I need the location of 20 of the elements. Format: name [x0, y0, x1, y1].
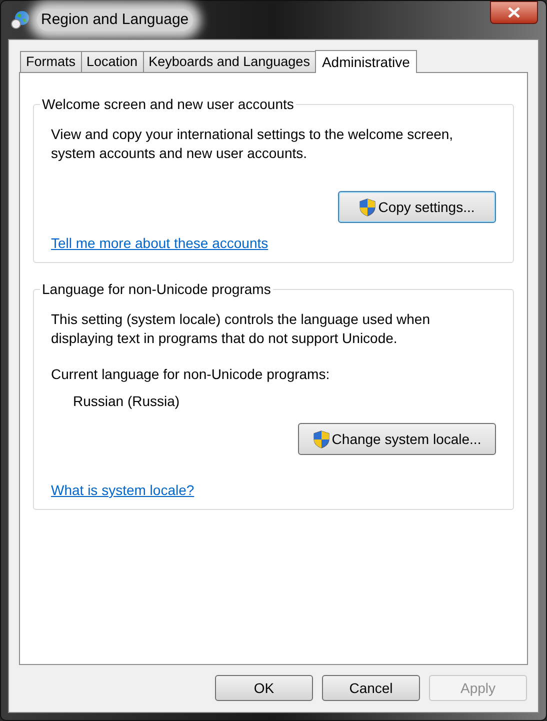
- dialog-button[interactable]: OK: [215, 675, 313, 701]
- current-language-label: Current language for non-Unicode programs:: [51, 365, 331, 384]
- shield-icon: [359, 198, 376, 216]
- description-text: View and copy your international settings to the welcome screen, system accounts and new user accounts.: [51, 125, 454, 163]
- close-button[interactable]: [490, 1, 538, 24]
- window-title: Region and Language: [37, 8, 193, 32]
- current-language-value: Russian (Russia): [73, 392, 181, 411]
- tab[interactable]: Administrative: [314, 50, 417, 73]
- globe-icon: [11, 10, 31, 30]
- description-text: This setting (system locale) controls the language used when displaying text in programs that do not support Unicode.: [51, 310, 431, 348]
- change-locale-button[interactable]: Change system locale...: [298, 423, 496, 455]
- close-icon: [508, 7, 520, 18]
- tab[interactable]: Formats: [20, 51, 82, 72]
- tab[interactable]: Location: [80, 51, 144, 72]
- help-link[interactable]: What is system locale?: [51, 482, 194, 498]
- tab[interactable]: Keyboards and Languages: [142, 51, 316, 72]
- shield-icon: [312, 430, 330, 448]
- dialog-button[interactable]: Cancel: [322, 675, 420, 701]
- help-link[interactable]: Tell me more about these accounts: [51, 235, 268, 251]
- copy-settings-button[interactable]: Copy settings...: [338, 191, 496, 223]
